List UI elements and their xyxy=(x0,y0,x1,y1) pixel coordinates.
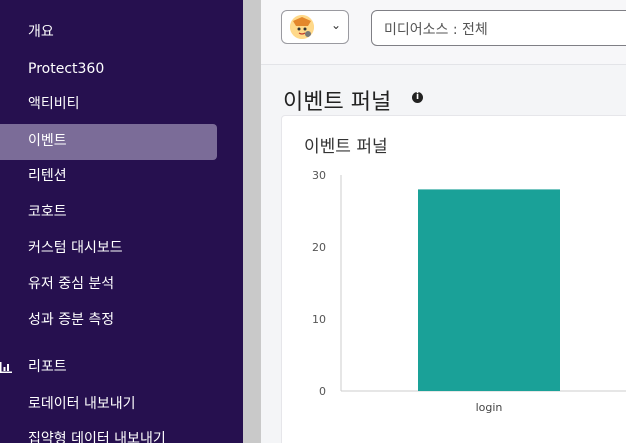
sidebar: 개요 Protect360 액티비티 이벤트 리텐션 코호트 커스텀 대시보드 … xyxy=(0,0,243,443)
sidebar-item-custom-dashboard[interactable]: 커스텀 대시보드 xyxy=(28,238,123,258)
sidebar-item-aggregated-data-export[interactable]: 집약형 데이터 내보내기 xyxy=(28,429,166,443)
sidebar-item-overview[interactable]: 개요 xyxy=(28,22,54,42)
chevron-down-icon: ⌄ xyxy=(331,18,342,32)
sidebar-section-reports[interactable]: 리포트 xyxy=(28,357,67,377)
event-funnel-chart: 0 10 20 30 login xyxy=(312,169,626,414)
y-tick-label: 10 xyxy=(312,313,326,326)
report-chart-icon xyxy=(0,362,12,373)
sidebar-item-raw-data-export[interactable]: 로데이터 내보내기 xyxy=(28,394,136,414)
page-title: 이벤트 퍼널 xyxy=(283,90,392,115)
info-icon[interactable]: i xyxy=(412,92,423,103)
media-source-select-label: 미디어소스 : 전체 xyxy=(384,22,488,38)
x-tick-label: login xyxy=(476,401,503,414)
y-tick-label: 30 xyxy=(312,169,326,182)
sidebar-item-incrementality[interactable]: 성과 증분 측정 xyxy=(28,310,114,330)
media-source-select[interactable]: 미디어소스 : 전체 xyxy=(371,10,626,46)
y-tick-label: 0 xyxy=(319,385,326,398)
sidebar-item-events[interactable]: 이벤트 xyxy=(28,131,67,151)
sidebar-item-user-centric-analysis[interactable]: 유저 중심 분석 xyxy=(28,274,114,294)
sidebar-item-cohort[interactable]: 코호트 xyxy=(28,202,67,222)
bar-login[interactable] xyxy=(418,189,560,391)
sidebar-gutter xyxy=(243,0,261,443)
sidebar-item-retention[interactable]: 리텐션 xyxy=(28,166,67,186)
y-tick-label: 20 xyxy=(312,241,326,254)
app-selector-button[interactable]: ⌄ xyxy=(281,10,349,44)
main-content: ⌄ 미디어소스 : 전체 이벤트 퍼널 i 이벤트 퍼널 0 10 20 30 logi… xyxy=(261,0,626,443)
sidebar-item-activity[interactable]: 액티비티 xyxy=(28,94,80,114)
sidebar-item-protect360[interactable]: Protect360 xyxy=(28,59,104,79)
event-funnel-card: 이벤트 퍼널 0 10 20 30 login xyxy=(281,115,626,443)
top-filter-bar: ⌄ 미디어소스 : 전체 xyxy=(261,0,626,65)
app-avatar-icon xyxy=(290,15,314,39)
